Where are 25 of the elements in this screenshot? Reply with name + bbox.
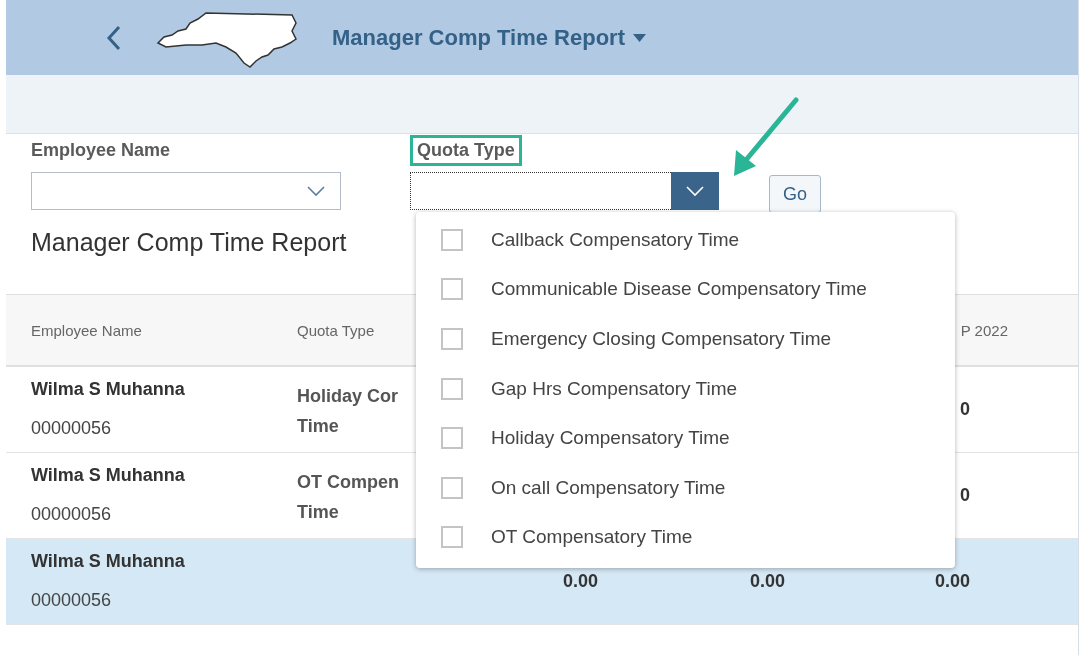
- amount-cell: 0: [960, 399, 970, 420]
- amount-cell-text: 0.00: [561, 571, 598, 592]
- amount-cell-text: 0.00: [748, 571, 785, 592]
- column-header: Employee Name: [31, 321, 143, 339]
- amount-cell: 0.00: [934, 571, 970, 592]
- employee-name: Wilma S Muhanna: [31, 551, 186, 572]
- report-title: Manager Comp Time Report: [31, 228, 347, 257]
- employee-name: Wilma S Muhanna: [31, 465, 186, 486]
- employee-id: 00000056: [31, 504, 113, 525]
- employee-id: 00000056: [31, 418, 113, 439]
- option-label: Gap Hrs Compensatory Time: [491, 377, 738, 400]
- column-header: P 2022: [960, 321, 1008, 339]
- option-label: Emergency Closing Compensatory Time: [491, 328, 832, 350]
- amount-cell: 0: [960, 485, 970, 506]
- option-label: On call Compensatory Time: [491, 476, 726, 499]
- employee-id: 00000056: [31, 590, 113, 611]
- option-label: Holiday Compensatory Time: [491, 427, 730, 450]
- field-label: Quota Type: [410, 135, 522, 166]
- column-header: Quota Type: [297, 321, 376, 339]
- quota-type-cell-text: Holiday Cor Time: [297, 385, 398, 438]
- field-label: Employee Name: [30, 139, 172, 162]
- option-label: Communicable Disease Compensatory Time: [491, 278, 867, 301]
- quota-type-cell-text: OT Compen Time: [297, 471, 399, 524]
- option-label: Callback Compensatory Time: [491, 228, 740, 251]
- employee-name: Wilma S Muhanna: [31, 379, 186, 400]
